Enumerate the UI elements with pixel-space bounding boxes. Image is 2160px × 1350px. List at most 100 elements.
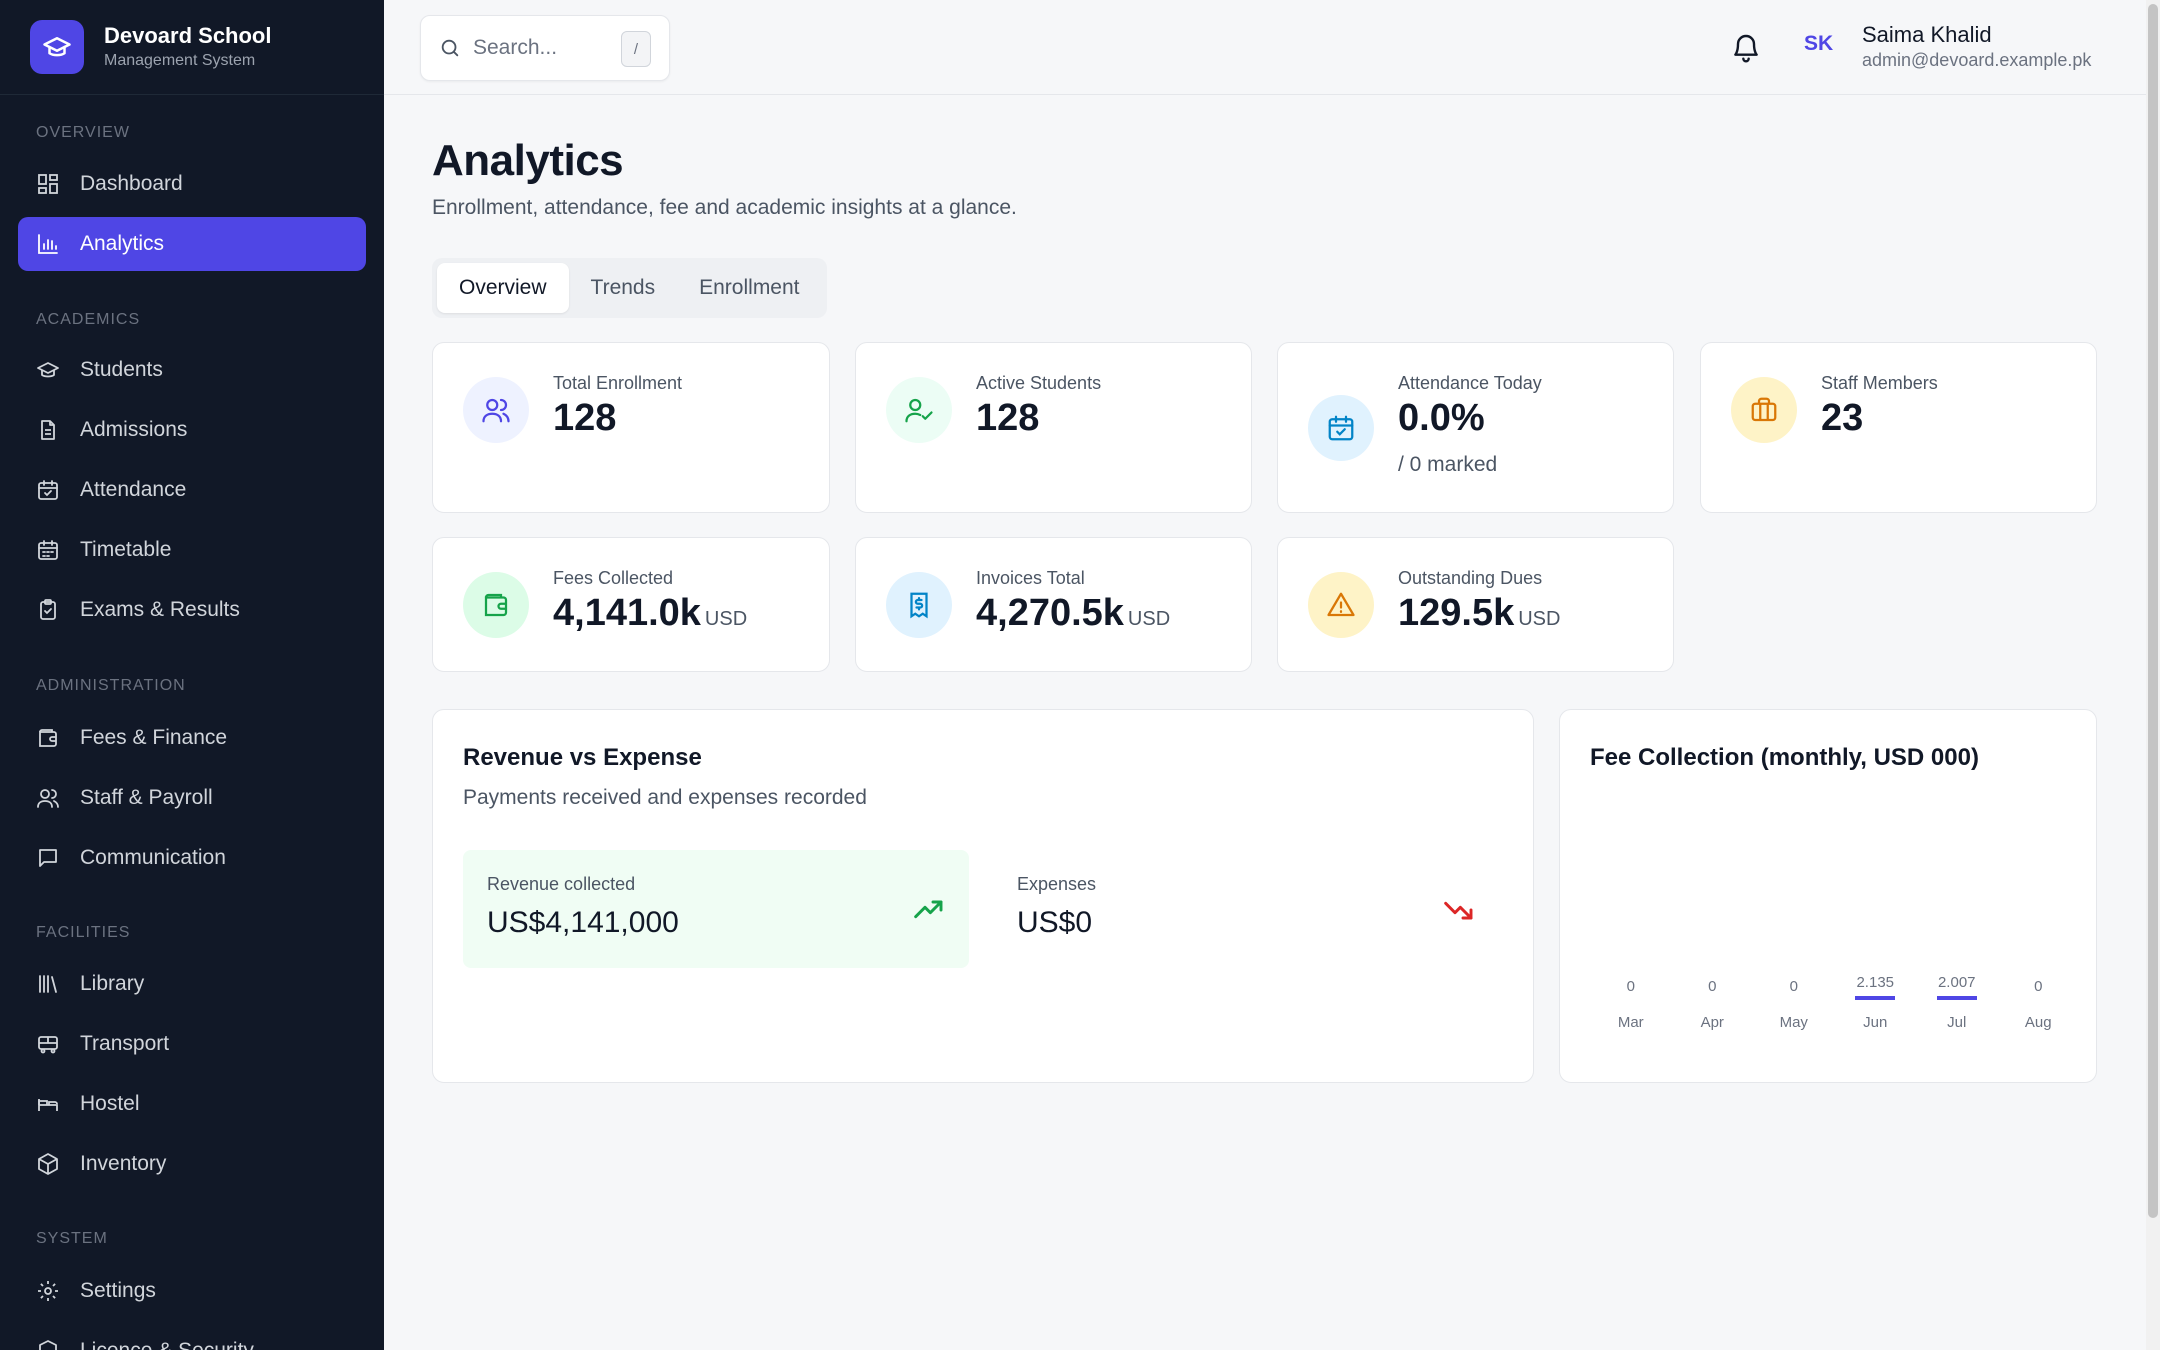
clipboard-icon xyxy=(40,599,56,620)
avatar[interactable]: SK xyxy=(1804,32,1833,56)
stat-unit: USD xyxy=(704,608,748,630)
chart-category-label: May xyxy=(1779,1014,1808,1031)
stat-label: Attendance Today xyxy=(1398,373,1542,393)
tab-trends[interactable]: Trends xyxy=(569,263,678,313)
sidebar-item-staff-payroll[interactable]: Staff & Payroll xyxy=(18,771,366,825)
chart-category-label: Mar xyxy=(1617,1014,1644,1031)
sidebar-item-label: Transport xyxy=(80,1032,170,1055)
chart-data-label: 0 xyxy=(1789,978,1798,995)
sidebar-item-label: Fees & Finance xyxy=(80,726,228,749)
sidebar-item-licence-security[interactable]: Licence & Security xyxy=(18,1324,366,1350)
tab-enrollment[interactable]: Enrollment xyxy=(677,263,821,313)
bus-icon xyxy=(38,1036,58,1054)
sidebar-item-label: Students xyxy=(80,358,163,381)
chart-data-label: 0 xyxy=(1708,978,1717,995)
stat-card-active-students: Active Students 128 xyxy=(855,342,1252,513)
search-input[interactable] xyxy=(473,36,613,60)
revenue-value: US$4,141,000 xyxy=(487,906,679,939)
stat-label: Total Enrollment xyxy=(553,373,683,393)
trending-down-icon xyxy=(1444,901,1473,920)
stat-card-outstanding-dues: Outstanding Dues 129.5k USD xyxy=(1277,537,1674,672)
chart-bar xyxy=(1855,996,1896,1000)
sidebar-item-exams-results[interactable]: Exams & Results xyxy=(18,583,366,637)
stat-icon-wrap xyxy=(1308,395,1374,461)
sidebar-item-admissions[interactable]: Admissions xyxy=(18,403,366,457)
chart-category-label: Jun xyxy=(1863,1014,1888,1031)
sidebar-item-transport[interactable]: Transport xyxy=(18,1017,366,1071)
sidebar-item-library[interactable]: Library xyxy=(18,957,366,1011)
nav-section-administration: ADMINISTRATION xyxy=(36,677,186,694)
sidebar-item-label: Hostel xyxy=(80,1092,140,1115)
chart-data-label: 0 xyxy=(1626,978,1635,995)
sidebar-item-label: Inventory xyxy=(80,1152,167,1175)
tab-overview[interactable]: Overview xyxy=(437,263,569,313)
receipt-icon xyxy=(910,592,928,619)
library-icon xyxy=(39,975,57,993)
stat-unit: USD xyxy=(1127,608,1171,630)
graduation-cap-icon xyxy=(37,362,59,378)
user-check-icon xyxy=(905,398,933,423)
stat-value: 4,141.0k USD xyxy=(553,592,747,635)
stat-icon-wrap xyxy=(463,377,529,443)
sidebar-item-attendance[interactable]: Attendance xyxy=(18,463,366,517)
stat-value: 4,270.5k USD xyxy=(976,592,1170,635)
sidebar-item-students[interactable]: Students xyxy=(18,343,366,397)
revenue-expense-panel: Revenue vs Expense Payments received and… xyxy=(432,709,1534,1083)
user-email: admin@devoard.example.pk xyxy=(1862,50,2092,70)
expense-value: US$0 xyxy=(1017,906,1093,939)
sidebar-item-label: Communication xyxy=(80,846,226,869)
scrollbar[interactable] xyxy=(2146,0,2160,1350)
shield-icon xyxy=(39,1340,57,1350)
stat-icon-wrap xyxy=(886,377,952,443)
sidebar-item-communication[interactable]: Communication xyxy=(18,831,366,885)
bell-icon[interactable] xyxy=(1730,32,1762,64)
stat-number: 4,141.0k xyxy=(553,592,701,634)
document-icon xyxy=(41,420,55,440)
brand: Devoard School Management System xyxy=(0,0,384,95)
page-title: Analytics xyxy=(432,136,624,185)
tab-bar: Overview Trends Enrollment xyxy=(432,258,827,318)
sidebar-item-label: Licence & Security xyxy=(80,1339,254,1350)
scrollbar-thumb[interactable] xyxy=(2148,4,2158,1218)
sidebar-item-settings[interactable]: Settings xyxy=(18,1264,366,1318)
sidebar-item-fees-finance[interactable]: Fees & Finance xyxy=(18,711,366,765)
stat-value: 0.0% xyxy=(1398,397,1485,439)
stat-label: Active Students xyxy=(976,373,1102,393)
message-icon xyxy=(39,849,57,867)
sidebar-item-dashboard[interactable]: Dashboard xyxy=(18,157,366,211)
stat-number: 4,270.5k xyxy=(976,592,1124,634)
sidebar-item-timetable[interactable]: Timetable xyxy=(18,523,366,577)
graduation-cap-icon xyxy=(43,37,71,57)
nav-section-overview: OVERVIEW xyxy=(36,124,130,141)
stat-label: Fees Collected xyxy=(553,568,674,588)
chart-category-label: Aug xyxy=(2024,1014,2052,1031)
revenue-label: Revenue collected xyxy=(487,874,636,894)
calendar-check-icon xyxy=(1328,415,1354,441)
calendar-icon xyxy=(38,540,58,560)
sidebar-item-label: Exams & Results xyxy=(80,598,240,621)
sidebar-item-inventory[interactable]: Inventory xyxy=(18,1137,366,1191)
stat-value: 129.5k USD xyxy=(1398,592,1560,635)
panel-subtitle: Payments received and expenses recorded xyxy=(463,786,867,809)
sidebar-item-hostel[interactable]: Hostel xyxy=(18,1077,366,1131)
stat-card-invoices-total: Invoices Total 4,270.5k USD xyxy=(855,537,1252,672)
gear-icon xyxy=(38,1281,58,1301)
sidebar-item-label: Staff & Payroll xyxy=(80,786,213,809)
sidebar-item-analytics[interactable]: Analytics xyxy=(18,217,366,271)
stat-card-staff-members: Staff Members 23 xyxy=(1700,342,2097,513)
stat-card-attendance-today: Attendance Today 0.0% / 0 marked xyxy=(1277,342,1674,513)
stat-label: Invoices Total xyxy=(976,568,1085,588)
brand-logo xyxy=(30,20,84,74)
trending-up-icon xyxy=(914,900,943,919)
stat-card-total-enrollment: Total Enrollment 128 xyxy=(432,342,830,513)
search-box[interactable]: / xyxy=(420,15,670,81)
chart-data-label: 2.007 xyxy=(1937,974,1976,991)
calendar-check-icon xyxy=(38,480,58,500)
box-icon xyxy=(38,1153,58,1175)
sidebar-item-label: Attendance xyxy=(80,478,187,501)
brand-title: Devoard School xyxy=(104,23,272,48)
chart-category-label: Apr xyxy=(1700,1014,1724,1031)
chart-category-label: Jul xyxy=(1947,1014,1967,1031)
bed-icon xyxy=(38,1099,58,1111)
chart-data-label: 2.135 xyxy=(1856,974,1895,991)
